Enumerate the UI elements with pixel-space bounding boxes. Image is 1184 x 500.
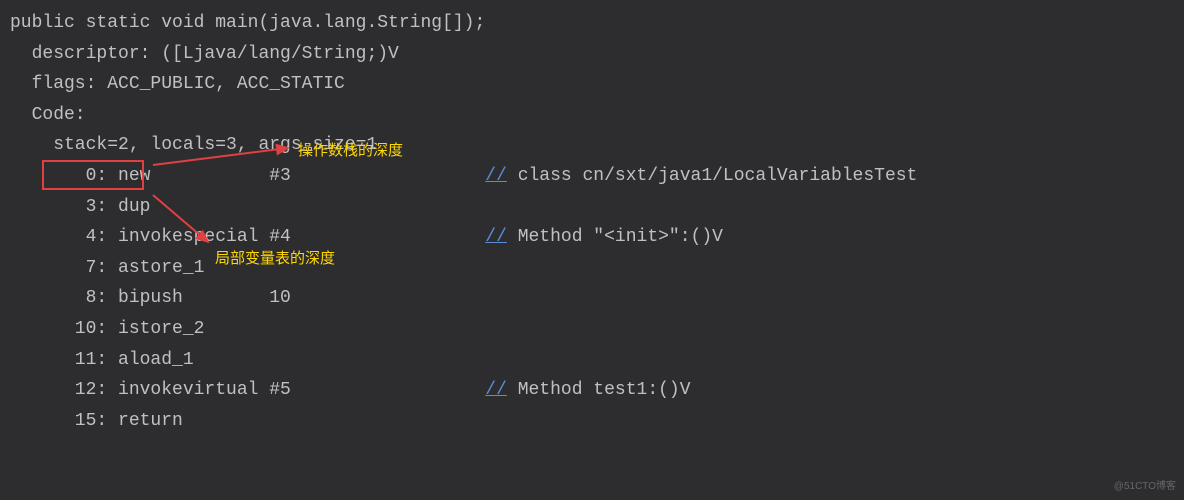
code-line-1: public static void main(java.lang.String…: [10, 8, 1174, 39]
annotation-operand-stack: 操作数栈的深度: [298, 138, 403, 164]
code-line-2: descriptor: ([Ljava/lang/String;)V: [10, 39, 1174, 70]
code-line-10: 8: bipush 10: [10, 283, 1174, 314]
code-line-4: Code:: [10, 100, 1174, 131]
comment-text: Method "<init>":()V: [507, 227, 723, 247]
code-line-7: 3: dup: [10, 192, 1174, 223]
comment-slash: //: [485, 227, 507, 247]
code-line-14: 15: return: [10, 406, 1174, 437]
comment-slash: //: [485, 380, 507, 400]
code-line-13: 12: invokevirtual #5 // Method test1:()V: [10, 375, 1174, 406]
code-offset: 4: invokespecial #4: [10, 227, 485, 247]
comment-slash: //: [485, 166, 507, 186]
code-offset: 12: invokevirtual #5: [10, 380, 485, 400]
code-line-6: 0: new #3 // class cn/sxt/java1/LocalVar…: [10, 161, 1174, 192]
code-line-5: stack=2, locals=3, args_size=1: [10, 130, 1174, 161]
code-offset: 0: new #3: [10, 166, 485, 186]
code-line-12: 11: aload_1: [10, 345, 1174, 376]
code-line-3: flags: ACC_PUBLIC, ACC_STATIC: [10, 69, 1174, 100]
annotation-local-vars: 局部变量表的深度: [215, 246, 335, 272]
code-line-11: 10: istore_2: [10, 314, 1174, 345]
code-line-8: 4: invokespecial #4 // Method "<init>":(…: [10, 222, 1174, 253]
code-block: public static void main(java.lang.String…: [10, 8, 1174, 436]
comment-text: Method test1:()V: [507, 380, 691, 400]
watermark: @51CTO博客: [1114, 478, 1176, 495]
code-line-9: 7: astore_1: [10, 253, 1174, 284]
comment-text: class cn/sxt/java1/LocalVariablesTest: [507, 166, 917, 186]
